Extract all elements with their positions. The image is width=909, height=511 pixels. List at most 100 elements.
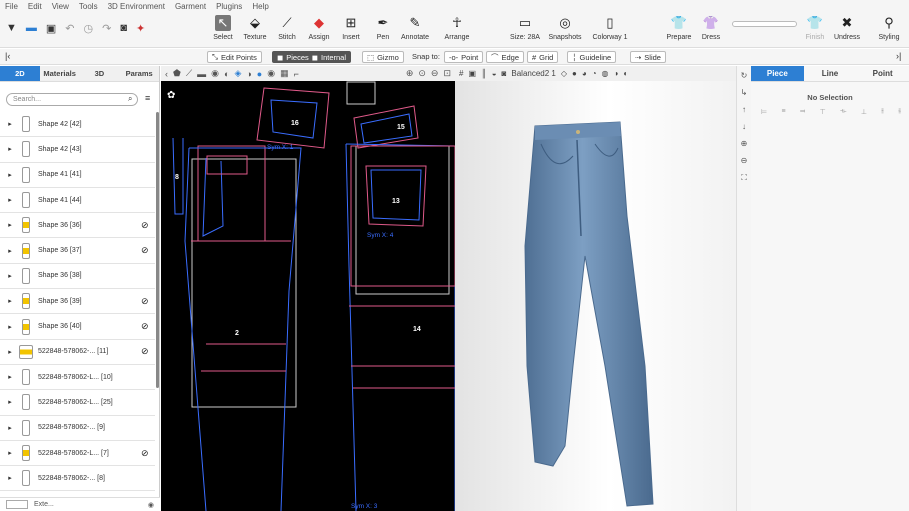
align-center-icon[interactable]: ≡ [782, 108, 786, 116]
list-item[interactable]: ▸ Shape 41 [44] [0, 188, 155, 214]
hidden-status-icon[interactable]: ⊘ [141, 321, 155, 332]
align-middle-icon[interactable]: ⟛ [840, 108, 846, 116]
distribute-h-icon[interactable]: ⫲ [881, 108, 883, 116]
tab-piece[interactable]: Piece [751, 66, 804, 81]
undo-icon[interactable]: ↶ [65, 22, 74, 35]
gizmo-button[interactable]: ⬚ Gizmo [362, 51, 404, 63]
collapse-right-icon[interactable]: ›| [896, 51, 901, 61]
dress-button[interactable]: 👚 Dress [696, 15, 726, 41]
snap-guideline-toggle[interactable]: ╎ Guideline [567, 51, 617, 63]
snap-edge-toggle[interactable]: ⌒ Edge [486, 51, 525, 63]
seam-icon[interactable]: ◉ [267, 68, 275, 79]
list-item[interactable]: ▸ Shape 42 [42] [0, 112, 155, 138]
grid-view-icon[interactable]: ▦ [280, 68, 289, 79]
zoom-fit-icon[interactable]: ⊡ [443, 68, 451, 79]
history-icon[interactable]: ◷ [84, 22, 94, 35]
expand-arrow-icon[interactable]: ▸ [4, 171, 16, 179]
list-item[interactable]: ▸ 522848-578062-... [8] [0, 466, 155, 492]
align-top-icon[interactable]: ⊤ [820, 108, 826, 116]
garment-icon[interactable]: ▼ [6, 22, 17, 35]
rectangle-icon[interactable]: ▬ [197, 69, 206, 79]
list-item[interactable]: ▸ Shape 36 [39] ⊘ [0, 289, 155, 315]
edit-points-button[interactable]: ⤡ Edit Points [207, 51, 262, 63]
save-icon[interactable]: ▣ [46, 22, 56, 35]
assign-tool-button[interactable]: ◆ Assign [304, 15, 334, 41]
fit-view-icon[interactable]: ⛶ [737, 173, 751, 185]
circle-icon[interactable]: ◉ [211, 68, 219, 79]
list-item[interactable]: ▸ 522848-578062-... [11] ⊘ [0, 340, 155, 365]
expand-arrow-icon[interactable]: ▸ [4, 145, 16, 153]
ruler-icon[interactable]: ⌐ [294, 69, 299, 79]
snap-point-toggle[interactable]: -o- Point [444, 51, 484, 63]
snapshots-button[interactable]: ◎ Snapshots [548, 15, 581, 41]
expand-arrow-icon[interactable]: ▸ [4, 424, 16, 432]
menu-help[interactable]: Help [252, 2, 268, 11]
colorway-selector[interactable]: ▯ Colorway 1 [593, 15, 628, 41]
list-item[interactable]: ▸ Shape 42 [43] [0, 137, 155, 163]
internal-line-icon[interactable]: ◐ [224, 69, 229, 79]
expand-arrow-icon[interactable]: ▸ [4, 323, 16, 331]
list-scrollbar[interactable] [156, 112, 159, 388]
list-item[interactable]: ▸ 522848-578062-L... [10] [0, 365, 155, 391]
hidden-status-icon[interactable]: ⊘ [141, 346, 155, 357]
pen-tool-button[interactable]: ✒ Pen [368, 15, 398, 41]
pieces-internal-toggle[interactable]: ◼ Pieces ◼ Internal [272, 51, 352, 63]
slide-toggle[interactable]: ⇢ Slide [630, 51, 666, 63]
folder-icon[interactable]: ▬ [26, 22, 37, 35]
expand-arrow-icon[interactable]: ▸ [4, 221, 16, 229]
styling-button[interactable]: ⚲ Styling [874, 15, 904, 41]
tab-point[interactable]: Point [856, 66, 909, 81]
info-icon[interactable]: ● [257, 69, 262, 79]
select-tool-button[interactable]: ↖ Select [208, 15, 238, 41]
list-item[interactable]: ▸ Shape 36 [38] [0, 264, 155, 290]
prepare-button[interactable]: 👕 Prepare [664, 15, 694, 41]
expand-arrow-icon[interactable]: ▸ [4, 348, 16, 356]
size-selector[interactable]: ▭ Size: 28A [510, 15, 540, 41]
hidden-status-icon[interactable]: ⊘ [141, 220, 155, 231]
menu-view[interactable]: View [52, 2, 69, 11]
list-item[interactable]: ▸ Shape 36 [36] ⊘ [0, 213, 155, 239]
list-item[interactable]: ▸ Shape 36 [40] ⊘ [0, 314, 155, 340]
dart-icon[interactable]: ◈ [234, 68, 241, 79]
tab-line[interactable]: Line [804, 66, 857, 81]
hidden-status-icon[interactable]: ⊘ [141, 448, 155, 459]
align-bottom-icon[interactable]: ⊥ [861, 108, 867, 116]
collapse-icon[interactable]: ‹ [165, 69, 168, 79]
texture-tool-button[interactable]: ⬙ Texture [240, 15, 270, 41]
expand-arrow-icon[interactable]: ▸ [4, 272, 16, 280]
expand-arrow-icon[interactable]: ▸ [4, 297, 16, 305]
insert-tool-button[interactable]: ⊞ Insert [336, 15, 366, 41]
up-arrow-icon[interactable]: ↑ [737, 105, 751, 117]
expand-arrow-icon[interactable]: ▸ [4, 373, 16, 381]
pan-icon[interactable]: ↳ [737, 88, 751, 100]
avatar-toggle-icon[interactable]: ✿ [167, 90, 175, 101]
menu-edit[interactable]: Edit [28, 2, 42, 11]
menu-plugins[interactable]: Plugins [216, 2, 242, 11]
list-item[interactable]: ▸ 522848-578062-L... [25] [0, 390, 155, 416]
expand-arrow-icon[interactable]: ▸ [4, 449, 16, 457]
collapse-left-icon[interactable]: |‹ [5, 51, 10, 61]
zoom-search-icon[interactable]: ⊙ [418, 68, 426, 79]
expand-arrow-icon[interactable]: ▸ [4, 474, 16, 482]
rotate-icon[interactable]: ↻ [737, 71, 751, 83]
menu-tools[interactable]: Tools [79, 2, 98, 11]
tab-params[interactable]: Params [119, 66, 159, 81]
tab-2d[interactable]: 2D [0, 66, 40, 81]
menu-garment[interactable]: Garment [175, 2, 206, 11]
search-input[interactable]: Search... [6, 93, 138, 106]
list-item[interactable]: ▸ Shape 41 [41] [0, 163, 155, 188]
expand-arrow-icon[interactable]: ▸ [4, 120, 16, 128]
hidden-status-icon[interactable]: ⊘ [141, 245, 155, 256]
align-right-icon[interactable]: ⫤ [800, 108, 805, 116]
tab-3d[interactable]: 3D [80, 66, 120, 81]
menu-file[interactable]: File [5, 2, 18, 11]
annotate-tool-button[interactable]: ✎ Annotate [400, 15, 430, 41]
undress-button[interactable]: ✖ Undress [832, 15, 862, 41]
hidden-status-icon[interactable]: ⊘ [141, 296, 155, 307]
expand-arrow-icon[interactable]: ▸ [4, 398, 16, 406]
tab-materials[interactable]: Materials [40, 66, 80, 81]
visibility-icon[interactable]: ◉ [148, 501, 154, 509]
fold-icon[interactable]: ◑ [246, 69, 251, 79]
list-item[interactable]: ▸ 522848-578062-L... [7] ⊘ [0, 441, 155, 467]
edit-curvature-icon[interactable]: ⟋ [186, 68, 192, 79]
